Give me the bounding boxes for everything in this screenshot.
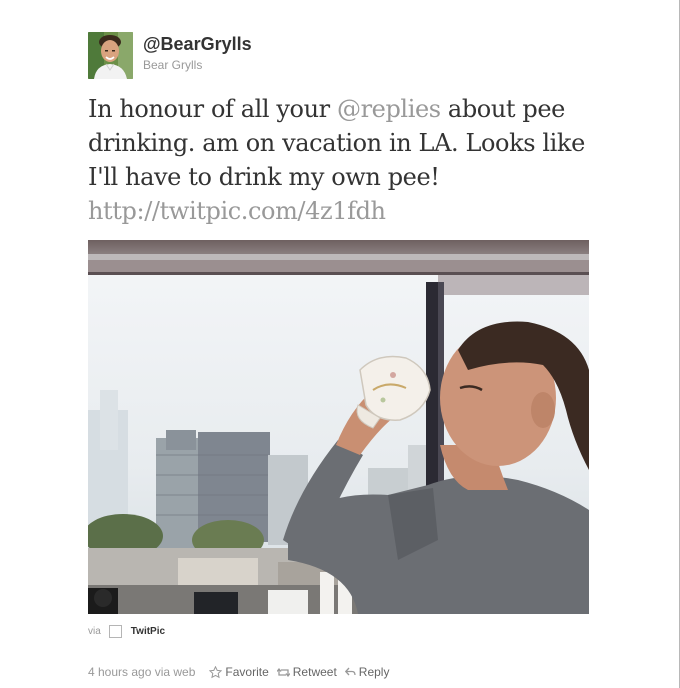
tweet-page: @BearGrylls Bear Grylls In honour of all… [0,0,680,688]
tweet-text: In honour of all your @replies about pee… [88,92,608,228]
tweet-text-start: In honour of all your [88,95,337,123]
via-label: via [88,625,101,637]
reply-label: Reply [358,665,390,679]
avatar[interactable] [88,32,133,79]
tweet-link[interactable]: http://twitpic.com/4z1fdh [88,197,386,225]
photo-image [88,240,589,614]
avatar-photo [88,32,133,79]
retweet-icon [276,667,290,677]
tweet-photo[interactable] [88,240,589,614]
user-full-name[interactable]: Bear Grylls [143,58,202,72]
star-icon [209,665,223,678]
retweet-button[interactable]: Retweet [276,665,337,679]
timestamp[interactable]: 4 hours ago via web [88,665,195,679]
tweet-meta-row: 4 hours ago via web Favorite Retweet Rep… [88,664,397,680]
mention-link[interactable]: replies [361,95,442,123]
retweet-label: Retweet [292,665,337,679]
mention-at-sign[interactable]: @ [337,95,361,123]
attribution-row: via TwitPic [88,622,165,640]
favorite-button[interactable]: Favorite [209,665,269,679]
favorite-label: Favorite [225,665,269,679]
reply-icon [344,667,356,676]
reply-button[interactable]: Reply [344,665,390,679]
user-handle[interactable]: @BearGrylls [143,34,252,55]
app-name-link[interactable]: TwitPic [131,626,165,637]
app-icon [108,624,122,638]
